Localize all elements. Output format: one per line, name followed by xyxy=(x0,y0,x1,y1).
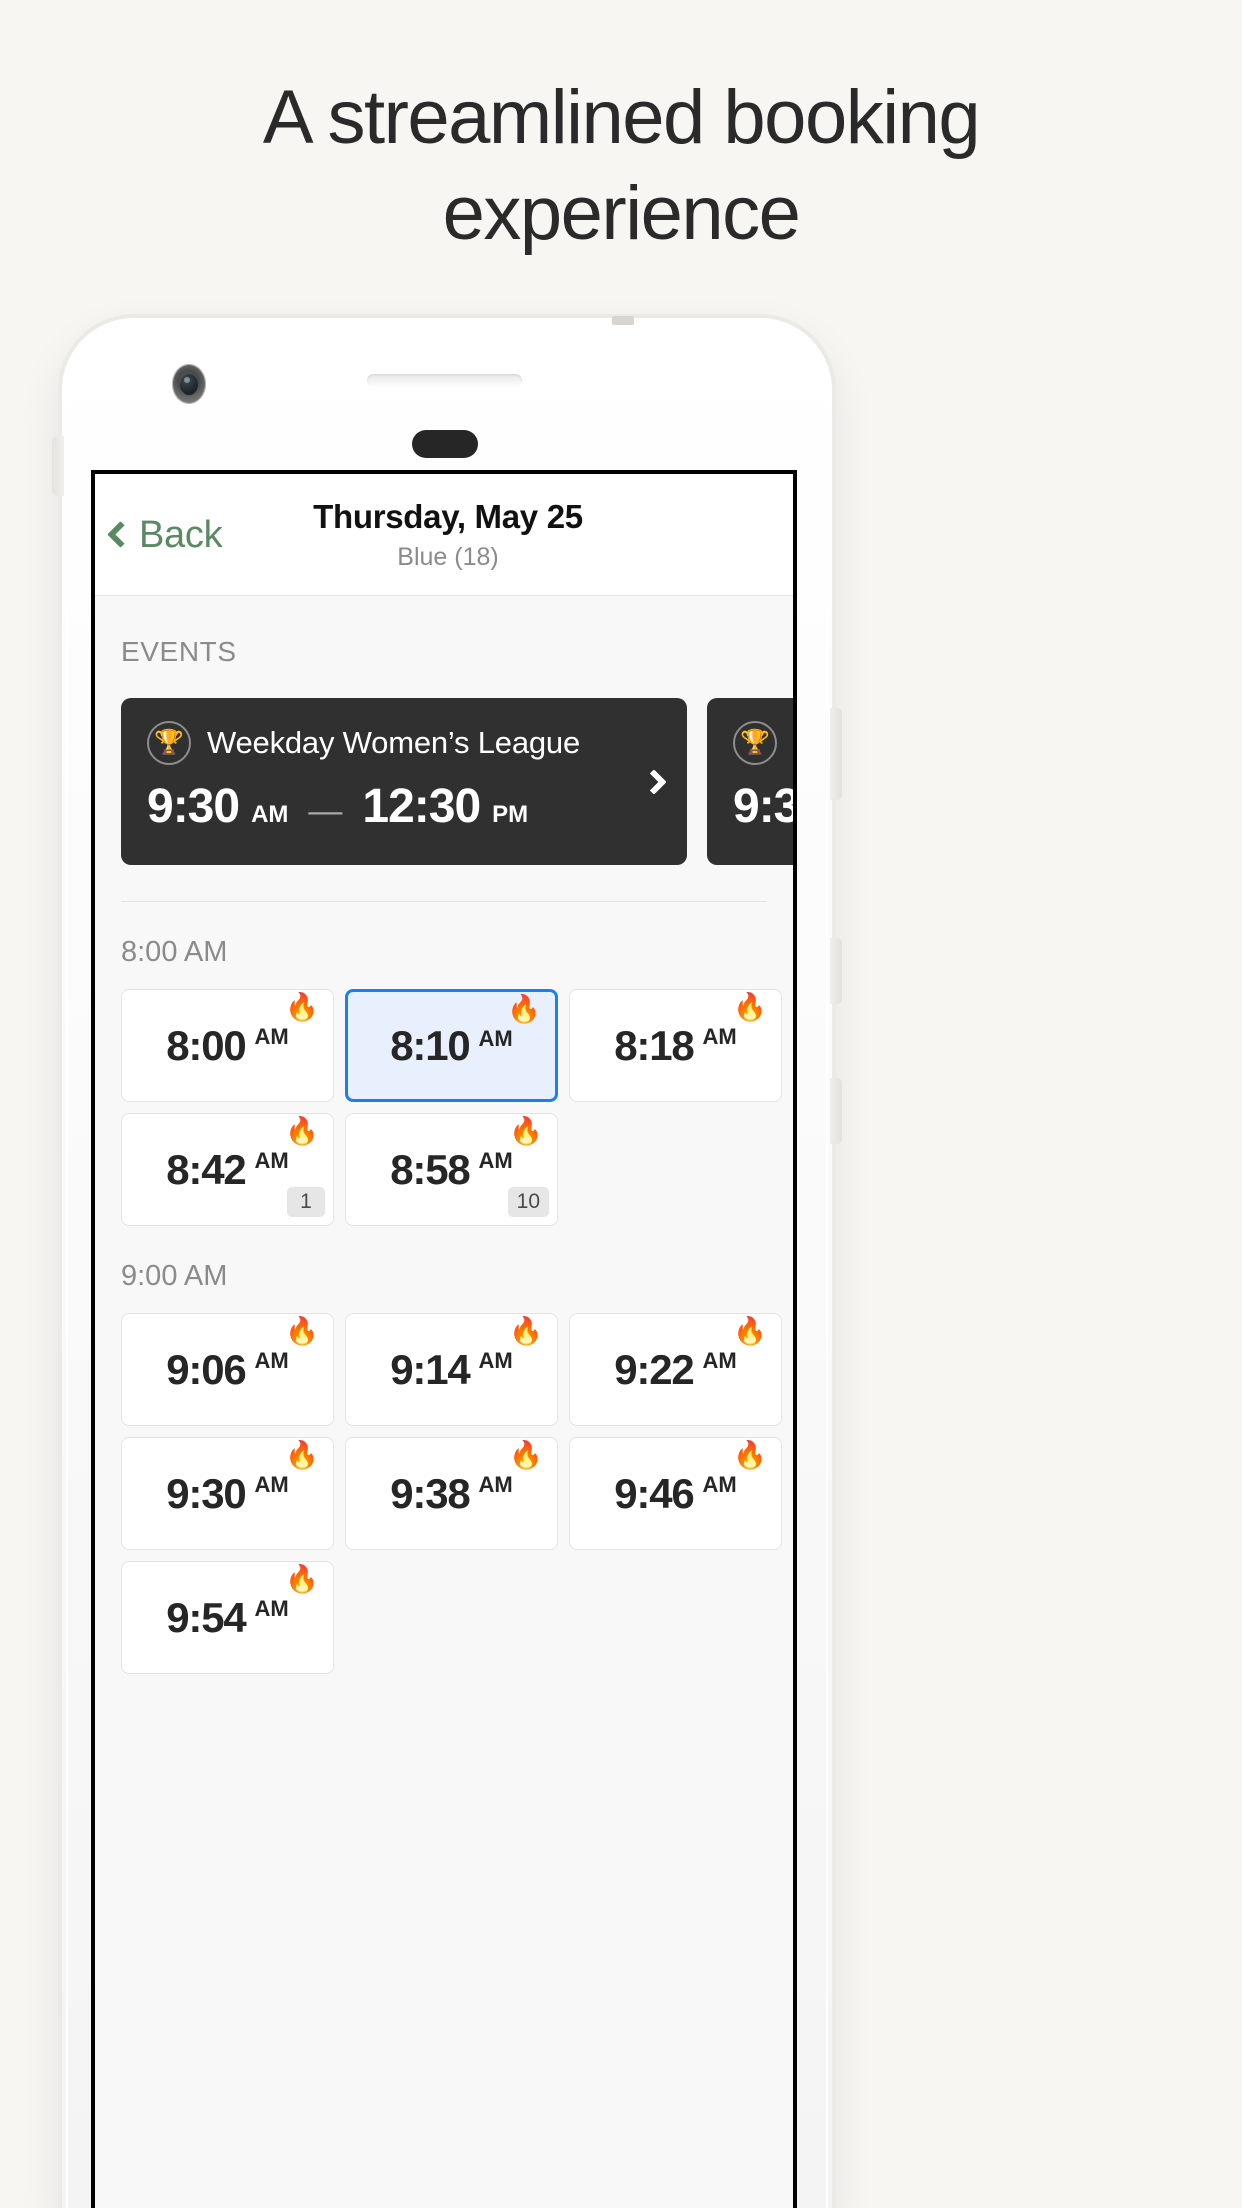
fire-icon: 🔥 xyxy=(733,1316,767,1346)
event-name: Weekday Women’s League xyxy=(207,725,581,760)
slot-meridiem: AM xyxy=(478,1348,513,1373)
time-slot[interactable]: 🔥 9:30 AM xyxy=(121,1437,334,1550)
fire-icon: 🔥 xyxy=(733,1440,767,1470)
time-slot[interactable]: 🔥 9:38 AM xyxy=(345,1437,558,1550)
navbar-title-block: Thursday, May 25 Blue (18) xyxy=(95,498,793,572)
time-slot-selected[interactable]: 🔥 8:10 AM xyxy=(345,989,558,1102)
slot-meridiem: AM xyxy=(702,1348,737,1373)
volume-up-button[interactable] xyxy=(830,938,842,1004)
slot-meridiem: AM xyxy=(702,1472,737,1497)
time-slot[interactable]: 🔥 8:00 AM xyxy=(121,989,334,1102)
fire-icon: 🔥 xyxy=(285,992,319,1022)
trophy-icon: 🏆 xyxy=(733,721,777,765)
slot-meridiem: AM xyxy=(254,1148,289,1173)
screen-content: EVENTS 🏆 Weekday Women’s League 9:30 AM … xyxy=(95,596,793,2208)
slot-time: 9:54 xyxy=(166,1593,246,1641)
slot-time: 9:30 xyxy=(166,1469,246,1517)
slot-meridiem: AM xyxy=(254,1472,289,1497)
fire-icon: 🔥 xyxy=(285,1116,319,1146)
time-slot[interactable]: 🔥 8:18 AM xyxy=(569,989,782,1102)
time-slot[interactable]: 🔥 9:14 AM xyxy=(345,1313,558,1426)
time-slot-grid: 🔥 9:06 AM 🔥 9:14 AM 🔥 9:22 AM 🔥 9:30 AM … xyxy=(95,1293,793,1674)
time-slot[interactable]: 🔥 9:46 AM xyxy=(569,1437,782,1550)
volume-down-button[interactable] xyxy=(830,1078,842,1144)
navbar-subtitle: Blue (18) xyxy=(397,543,499,571)
slot-time: 9:06 xyxy=(166,1345,246,1393)
fire-icon: 🔥 xyxy=(509,1316,543,1346)
slot-count-badge: 10 xyxy=(507,1187,549,1217)
slot-time: 9:14 xyxy=(390,1345,470,1393)
events-carousel[interactable]: 🏆 Weekday Women’s League 9:30 AM — 12:30… xyxy=(95,668,793,865)
earpiece-speaker xyxy=(367,374,522,387)
event-start-time: 9:30 xyxy=(147,780,240,833)
event-end-time: 12:30 xyxy=(362,780,481,833)
event-time-range: 9:30 AM — 12:30 PM xyxy=(147,779,661,834)
fire-icon: 🔥 xyxy=(285,1564,319,1594)
event-card-header: 🏆 Weekday Women’s League xyxy=(147,721,661,765)
phone-screen: Back Thursday, May 25 Blue (18) EVENTS 🏆… xyxy=(91,470,797,2208)
slot-time: 9:38 xyxy=(390,1469,470,1517)
slot-meridiem: AM xyxy=(478,1472,513,1497)
time-slot[interactable]: 🔥 8:58 AM 10 xyxy=(345,1113,558,1226)
slot-meridiem: AM xyxy=(478,1026,513,1051)
power-button[interactable] xyxy=(830,708,842,800)
time-slot[interactable]: 🔥 9:22 AM xyxy=(569,1313,782,1426)
event-card-next-partial[interactable]: 🏆 9:3 xyxy=(707,698,793,865)
fire-icon: 🔥 xyxy=(285,1440,319,1470)
page-title: A streamlined booking experience xyxy=(0,78,1242,254)
fire-icon: 🔥 xyxy=(733,992,767,1022)
time-slot-grid: 🔥 8:00 AM 🔥 8:10 AM 🔥 8:18 AM 🔥 8:42 AM … xyxy=(95,969,793,1226)
event-start-time: 9:3 xyxy=(733,780,793,833)
slot-time: 8:58 xyxy=(390,1145,470,1193)
time-slot[interactable]: 🔥 9:06 AM xyxy=(121,1313,334,1426)
event-card-header: 🏆 xyxy=(733,721,793,765)
event-time-dash: — xyxy=(308,792,343,830)
slot-time: 8:42 xyxy=(166,1145,246,1193)
headline-line-1: A streamlined booking xyxy=(262,75,981,160)
slot-time: 8:10 xyxy=(390,1021,470,1069)
trophy-icon: 🏆 xyxy=(147,721,191,765)
time-group-label: 9:00 AM xyxy=(121,1260,228,1292)
app-navbar: Back Thursday, May 25 Blue (18) xyxy=(95,474,793,596)
time-slot[interactable]: 🔥 9:54 AM xyxy=(121,1561,334,1674)
side-switch[interactable] xyxy=(52,436,64,496)
slot-time: 8:18 xyxy=(614,1021,694,1069)
fire-icon: 🔥 xyxy=(509,1116,543,1146)
phone-mockup: Back Thursday, May 25 Blue (18) EVENTS 🏆… xyxy=(52,316,842,2208)
slot-meridiem: AM xyxy=(254,1024,289,1049)
slot-time: 8:00 xyxy=(166,1021,246,1069)
marketing-screenshot: A streamlined booking experience Back Th… xyxy=(0,0,1242,2208)
fire-icon: 🔥 xyxy=(509,1440,543,1470)
slot-meridiem: AM xyxy=(702,1024,737,1049)
fire-icon: 🔥 xyxy=(507,994,541,1024)
headline-line-2: experience xyxy=(442,170,801,256)
antenna-strip xyxy=(612,316,634,325)
event-card[interactable]: 🏆 Weekday Women’s League 9:30 AM — 12:30… xyxy=(121,698,687,865)
events-section-label: EVENTS xyxy=(121,636,237,667)
slot-meridiem: AM xyxy=(254,1596,289,1621)
time-slot[interactable]: 🔥 8:42 AM 1 xyxy=(121,1113,334,1226)
time-group-label: 8:00 AM xyxy=(121,936,228,968)
slot-meridiem: AM xyxy=(254,1348,289,1373)
front-camera-icon xyxy=(172,364,206,404)
navbar-title: Thursday, May 25 xyxy=(313,498,583,535)
event-time-range: 9:3 xyxy=(733,779,793,834)
event-end-meridiem: PM xyxy=(492,801,529,828)
slot-meridiem: AM xyxy=(478,1148,513,1173)
slot-time: 9:22 xyxy=(614,1345,694,1393)
fire-icon: 🔥 xyxy=(285,1316,319,1346)
event-start-meridiem: AM xyxy=(251,801,289,828)
home-indicator xyxy=(412,430,478,458)
slot-count-badge: 1 xyxy=(287,1187,325,1217)
slot-time: 9:46 xyxy=(614,1469,694,1517)
